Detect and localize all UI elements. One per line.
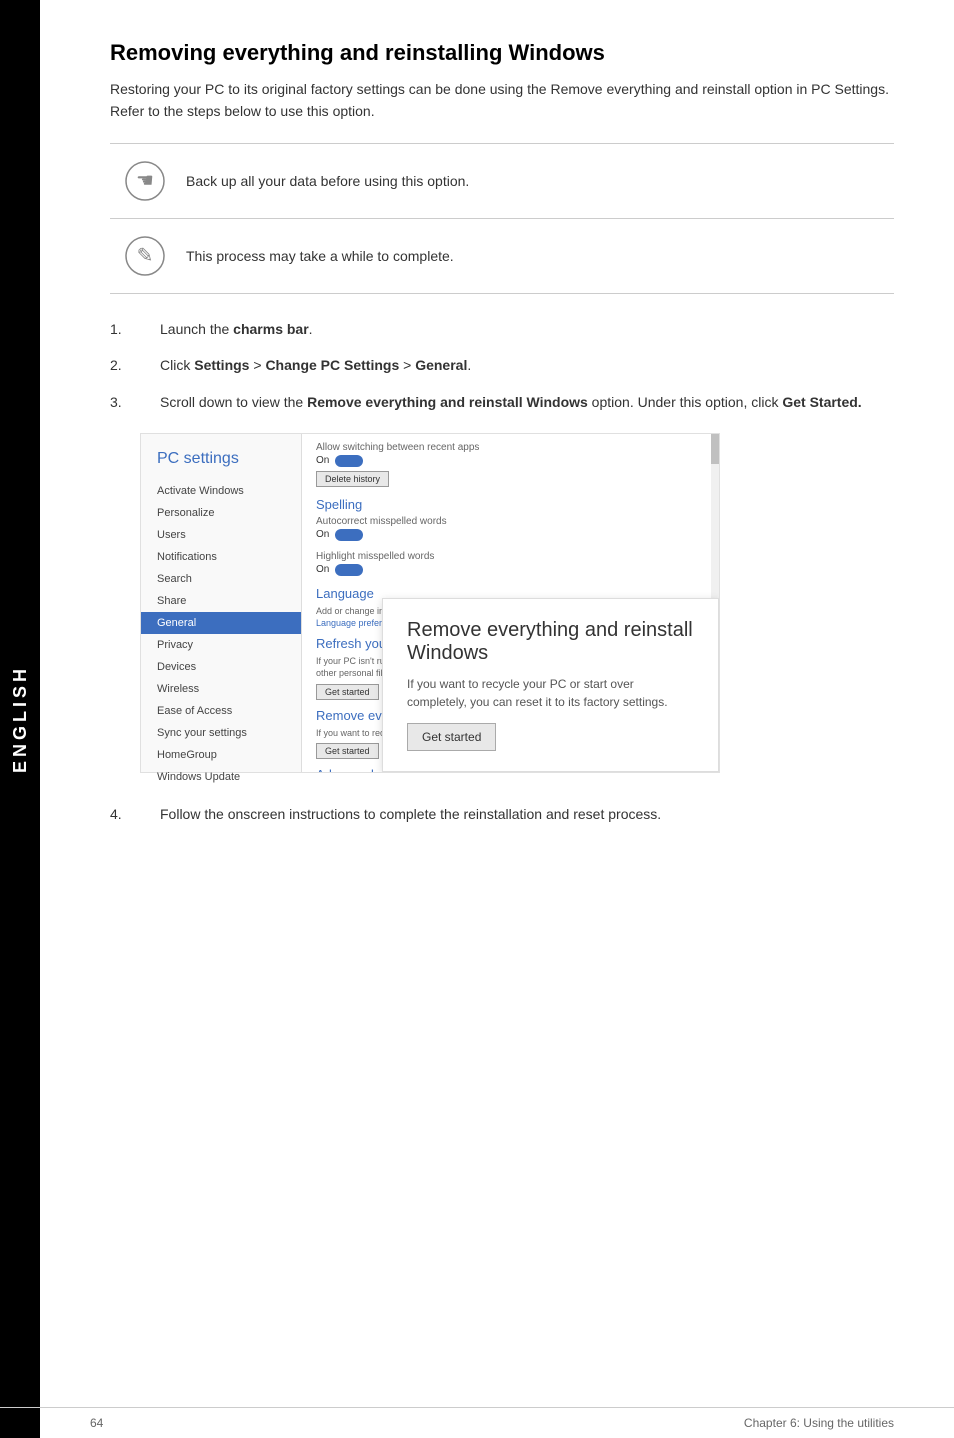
- sidebar-item-ease-of-access[interactable]: Ease of Access: [141, 700, 301, 722]
- english-text: ENGLISH: [10, 665, 31, 773]
- allow-switching-label: Allow switching between recent apps: [316, 442, 705, 453]
- notice-text-1: Back up all your data before using this …: [186, 173, 469, 189]
- sidebar-item-sync-settings[interactable]: Sync your settings: [141, 722, 301, 744]
- intro-paragraph: Restoring your PC to its original factor…: [110, 78, 894, 123]
- sidebar-item-devices[interactable]: Devices: [141, 656, 301, 678]
- overlay-title: Remove everything and reinstall Windows: [407, 619, 694, 665]
- sidebar-item-activate-windows[interactable]: Activate Windows: [141, 480, 301, 502]
- refresh-get-started-button[interactable]: Get started: [316, 684, 379, 700]
- sidebar-item-privacy[interactable]: Privacy: [141, 634, 301, 656]
- spelling-header: Spelling: [316, 497, 705, 512]
- sidebar-item-personalize[interactable]: Personalize: [141, 502, 301, 524]
- svg-text:☚: ☚: [136, 170, 154, 192]
- allow-switching-section: Allow switching between recent apps On D…: [316, 442, 705, 487]
- step-2-num: 2.: [110, 354, 160, 376]
- svg-text:✎: ✎: [137, 245, 154, 267]
- clock-icon: ✎: [120, 231, 170, 281]
- step-1-num: 1.: [110, 318, 160, 340]
- chapter-label: Chapter 6: Using the utilities: [744, 1416, 894, 1430]
- sidebar-item-search[interactable]: Search: [141, 568, 301, 590]
- pc-settings-main: Allow switching between recent apps On D…: [301, 434, 719, 772]
- step-4: 4. Follow the onscreen instructions to c…: [110, 803, 894, 825]
- autocorrect-label: Autocorrect misspelled words: [316, 516, 705, 527]
- autocorrect-toggle[interactable]: [335, 529, 363, 541]
- allow-switching-toggle[interactable]: [335, 455, 363, 467]
- highlight-section: Highlight misspelled words On: [316, 551, 705, 576]
- sidebar-item-users[interactable]: Users: [141, 524, 301, 546]
- remove-reinstall-overlay: Remove everything and reinstall Windows …: [382, 598, 719, 772]
- notice-box-1: ☚ Back up all your data before using thi…: [110, 143, 894, 219]
- highlight-label: Highlight misspelled words: [316, 551, 705, 562]
- sidebar-item-wireless[interactable]: Wireless: [141, 678, 301, 700]
- sidebar-item-share[interactable]: Share: [141, 590, 301, 612]
- pc-settings-screenshot: PC settings Activate Windows Personalize…: [140, 433, 720, 773]
- steps-list: 1. Launch the charms bar. 2. Click Setti…: [110, 318, 894, 413]
- step-1: 1. Launch the charms bar.: [110, 318, 894, 340]
- notice-box-2: ✎ This process may take a while to compl…: [110, 219, 894, 294]
- overlay-get-started-button[interactable]: Get started: [407, 723, 496, 751]
- delete-history-button[interactable]: Delete history: [316, 471, 389, 487]
- pc-settings-sidebar: PC settings Activate Windows Personalize…: [141, 434, 301, 772]
- step-1-text: Launch the charms bar.: [160, 318, 313, 340]
- step-2-text: Click Settings > Change PC Settings > Ge…: [160, 354, 471, 376]
- pc-settings-title: PC settings: [141, 450, 301, 480]
- step-4-num: 4.: [110, 803, 160, 825]
- notice-text-2: This process may take a while to complet…: [186, 248, 454, 264]
- sidebar-item-notifications[interactable]: Notifications: [141, 546, 301, 568]
- page-number: 64: [90, 1416, 103, 1430]
- step-3-num: 3.: [110, 391, 160, 413]
- sidebar-item-windows-update[interactable]: Windows Update: [141, 766, 301, 788]
- sidebar-item-homegroup[interactable]: HomeGroup: [141, 744, 301, 766]
- step-3: 3. Scroll down to view the Remove everyt…: [110, 391, 894, 413]
- remove-get-started-button[interactable]: Get started: [316, 743, 379, 759]
- warning-icon: ☚: [120, 156, 170, 206]
- overlay-description: If you want to recycle your PC or start …: [407, 675, 694, 711]
- side-english-label: ENGLISH: [0, 0, 40, 1438]
- page-title: Removing everything and reinstalling Win…: [110, 40, 894, 66]
- step-3-text: Scroll down to view the Remove everythin…: [160, 391, 862, 413]
- footer-bar: 64 Chapter 6: Using the utilities: [0, 1407, 954, 1438]
- sidebar-item-general[interactable]: General: [141, 612, 301, 634]
- highlight-toggle[interactable]: [335, 564, 363, 576]
- step-4-text: Follow the onscreen instructions to comp…: [160, 803, 661, 825]
- autocorrect-section: Autocorrect misspelled words On: [316, 516, 705, 541]
- step-2: 2. Click Settings > Change PC Settings >…: [110, 354, 894, 376]
- allow-switching-value: On: [316, 455, 705, 467]
